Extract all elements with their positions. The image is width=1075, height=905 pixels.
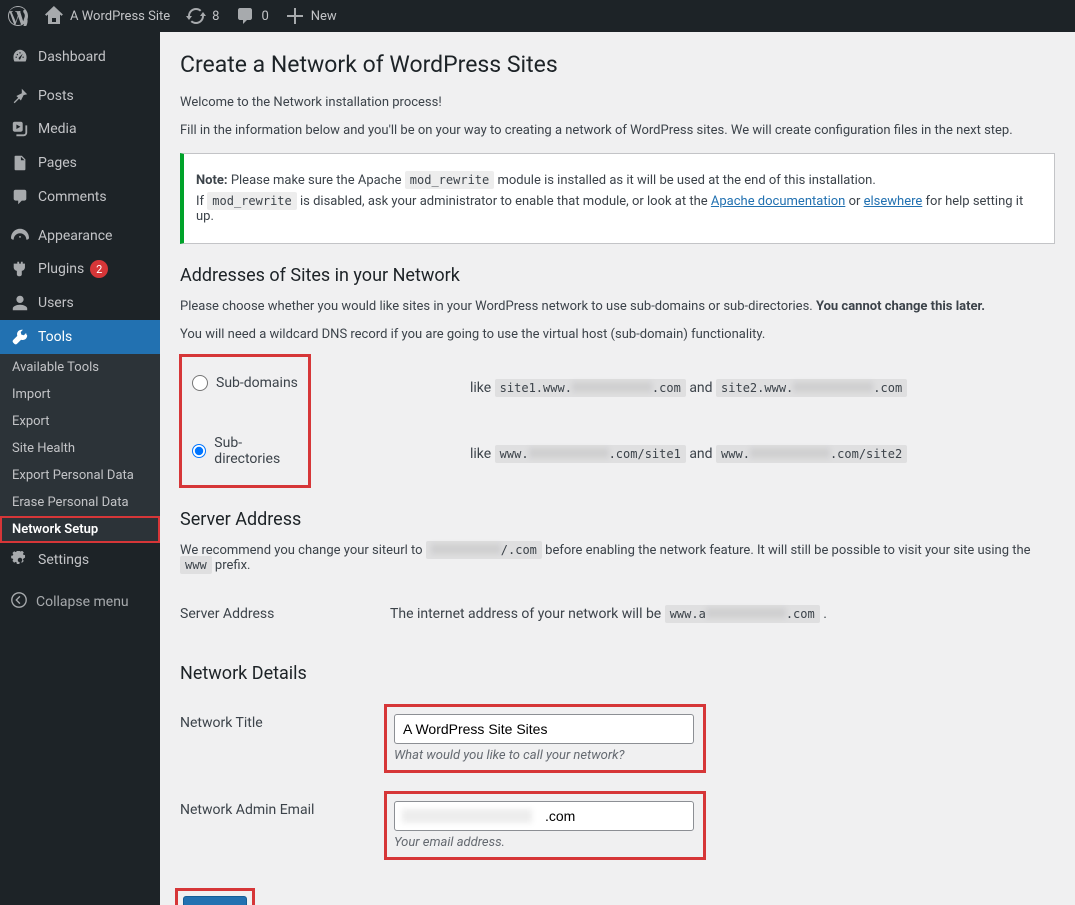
collapse-menu[interactable]: Collapse menu	[0, 585, 160, 619]
update-icon	[186, 6, 206, 26]
address-type-table: Sub-domains Sub-directories like site1.w…	[180, 355, 1055, 487]
page-title: Create a Network of WordPress Sites	[180, 42, 1055, 82]
subdomains-radio[interactable]	[192, 375, 208, 391]
dashboard-icon	[11, 48, 29, 66]
network-details-heading: Network Details	[180, 663, 1055, 684]
sub-export[interactable]: Export	[0, 408, 160, 435]
wp-logo[interactable]	[0, 0, 36, 32]
network-email-hint: Your email address.	[394, 835, 696, 850]
menu-appearance[interactable]: Appearance	[0, 218, 160, 252]
plugin-icon	[11, 260, 29, 278]
appearance-icon	[11, 227, 29, 245]
sub-import[interactable]: Import	[0, 381, 160, 408]
network-title-label: Network Title	[180, 695, 380, 782]
network-details-table: Network Title What would you like to cal…	[180, 695, 1055, 869]
mod-rewrite-notice: Note: Please make sure the Apache mod_re…	[180, 153, 1055, 244]
updates-link[interactable]: 8	[178, 0, 227, 32]
apache-doc-link[interactable]: Apache documentation	[711, 194, 845, 209]
server-address-heading: Server Address	[180, 509, 1055, 530]
plus-icon	[285, 6, 305, 26]
note-label: Note:	[196, 173, 228, 188]
new-link[interactable]: New	[277, 0, 345, 32]
subdir-example-1: www..com/site1	[495, 445, 686, 463]
menu-dashboard[interactable]: Dashboard	[0, 40, 160, 74]
subdomain-example-2: site2.www..com	[716, 379, 907, 397]
intro-1: Welcome to the Network installation proc…	[180, 95, 1055, 110]
addresses-heading: Addresses of Sites in your Network	[180, 265, 1055, 286]
siteurl-code: /.com	[426, 541, 542, 559]
main-content: Create a Network of WordPress Sites Welc…	[160, 32, 1075, 905]
settings-icon	[11, 551, 29, 569]
site-name[interactable]: A WordPress Site	[36, 0, 178, 32]
site-title: A WordPress Site	[70, 9, 170, 24]
server-address-value: www.a.com	[665, 605, 820, 623]
media-icon	[11, 120, 29, 138]
sub-available-tools[interactable]: Available Tools	[0, 354, 160, 381]
menu-settings[interactable]: Settings	[0, 543, 160, 577]
menu-posts[interactable]: Posts	[0, 78, 160, 112]
menu-pages[interactable]: Pages	[0, 146, 160, 180]
pages-icon	[11, 154, 29, 172]
admin-toolbar: A WordPress Site 8 0 New	[0, 0, 1075, 32]
menu-users[interactable]: Users	[0, 286, 160, 320]
mod-rewrite-code: mod_rewrite	[405, 171, 494, 189]
menu-tools[interactable]: Tools	[0, 320, 160, 354]
comments-count: 0	[261, 9, 268, 24]
subdomains-label: Sub-domains	[216, 375, 298, 391]
network-title-hint: What would you like to call your network…	[394, 748, 696, 763]
elsewhere-link[interactable]: elsewhere	[864, 194, 923, 209]
install-button[interactable]: Install	[183, 896, 247, 905]
intro-2: Fill in the information below and you'll…	[180, 123, 1055, 138]
tools-submenu: Available Tools Import Export Site Healt…	[0, 354, 160, 543]
subdomain-example-1: site1.www..com	[495, 379, 686, 397]
comments-link[interactable]: 0	[227, 0, 276, 32]
sub-site-health[interactable]: Site Health	[0, 435, 160, 462]
updates-count: 8	[212, 9, 219, 24]
menu-comments[interactable]: Comments	[0, 180, 160, 214]
home-icon	[44, 6, 64, 26]
sub-export-personal[interactable]: Export Personal Data	[0, 462, 160, 489]
server-address-label: Server Address	[180, 586, 380, 642]
comments-icon	[11, 188, 29, 206]
collapse-icon	[10, 591, 28, 609]
tools-icon	[11, 328, 29, 346]
sub-erase-personal[interactable]: Erase Personal Data	[0, 489, 160, 516]
network-title-input[interactable]	[394, 714, 694, 744]
menu-plugins[interactable]: Plugins 2	[0, 252, 160, 286]
menu-media[interactable]: Media	[0, 112, 160, 146]
admin-sidebar: Dashboard Posts Media Pages Comments App…	[0, 32, 160, 905]
wordpress-icon	[8, 6, 28, 26]
sub-network-setup[interactable]: Network Setup	[0, 516, 160, 543]
network-email-label: Network Admin Email	[180, 782, 380, 869]
comment-icon	[235, 6, 255, 26]
plugin-updates-badge: 2	[90, 260, 108, 278]
users-icon	[11, 294, 29, 312]
subdirectories-radio[interactable]	[192, 443, 206, 459]
pin-icon	[11, 87, 29, 105]
subdir-example-2: www..com/site2	[716, 445, 907, 463]
new-label: New	[311, 9, 337, 24]
server-address-table: Server Address The internet address of y…	[180, 586, 1055, 642]
subdirectories-label: Sub-directories	[214, 435, 298, 467]
